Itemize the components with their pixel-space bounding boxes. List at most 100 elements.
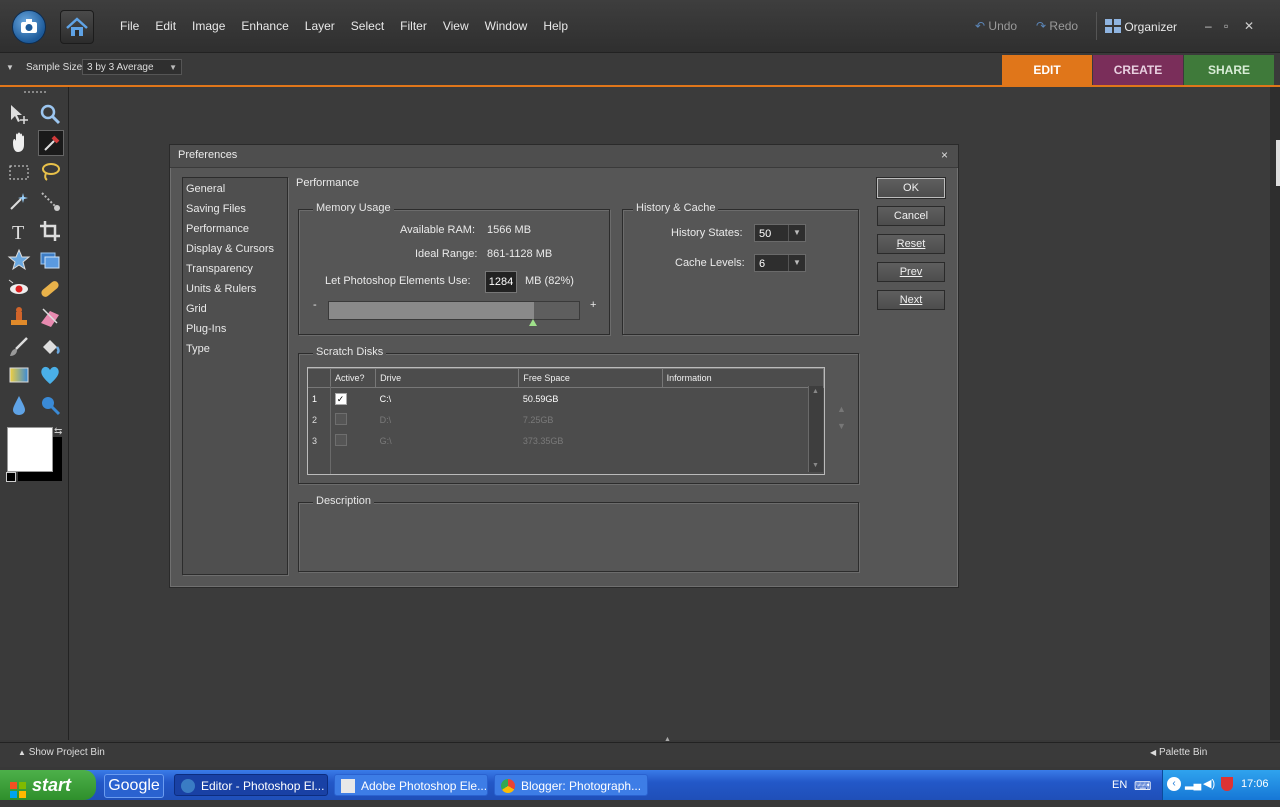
menu-image[interactable]: Image xyxy=(184,19,233,33)
chevron-down-icon: ▼ xyxy=(788,255,805,271)
menu-window[interactable]: Window xyxy=(477,19,536,33)
column-information[interactable]: Information xyxy=(661,368,825,388)
sponge-tool-icon[interactable] xyxy=(38,393,62,417)
category-grid[interactable]: Grid xyxy=(186,303,207,315)
eraser-tool-icon[interactable] xyxy=(38,305,62,329)
tab-edit[interactable]: EDIT xyxy=(1002,55,1092,85)
menu-layer[interactable]: Layer xyxy=(297,19,343,33)
scroll-up-icon[interactable]: ▲ xyxy=(812,388,819,395)
type-tool-icon[interactable]: T xyxy=(7,219,31,244)
category-plug-ins[interactable]: Plug-Ins xyxy=(186,323,226,335)
windows-logo-icon xyxy=(10,777,26,798)
home-icon[interactable] xyxy=(60,10,94,44)
clone-stamp-tool-icon[interactable] xyxy=(7,305,31,329)
paint-bucket-tool-icon[interactable] xyxy=(38,335,62,359)
gradient-tool-icon[interactable] xyxy=(7,363,31,387)
column-drive[interactable]: Drive xyxy=(375,368,520,388)
crop-tool-icon[interactable] xyxy=(38,219,62,243)
chevron-left-icon[interactable]: ‹ xyxy=(1167,777,1181,791)
memory-use-input[interactable]: 1284 xyxy=(485,271,517,293)
active-checkbox[interactable] xyxy=(331,430,376,451)
scroll-down-icon[interactable]: ▼ xyxy=(812,462,819,469)
tab-create[interactable]: CREATE xyxy=(1093,55,1183,85)
taskbar-item-editor[interactable]: Editor - Photoshop El... xyxy=(174,774,328,796)
category-transparency[interactable]: Transparency xyxy=(186,263,253,275)
menu-view[interactable]: View xyxy=(435,19,477,33)
menu-file[interactable]: File xyxy=(112,19,147,33)
history-states-dropdown[interactable]: 50 ▼ xyxy=(754,224,806,242)
hand-tool-icon[interactable] xyxy=(7,130,31,154)
swap-colors-icon[interactable]: ⇆ xyxy=(54,426,62,437)
dialog-close-icon[interactable]: × xyxy=(941,148,948,162)
clock[interactable]: 17:06 xyxy=(1241,778,1269,790)
memory-slider-thumb[interactable] xyxy=(529,319,537,326)
category-general[interactable]: General xyxy=(186,183,225,195)
reset-button[interactable]: Reset xyxy=(877,234,945,254)
next-button[interactable]: Next xyxy=(877,290,945,310)
tab-share[interactable]: SHARE xyxy=(1184,55,1274,85)
blur-tool-icon[interactable] xyxy=(7,393,31,417)
menu-select[interactable]: Select xyxy=(343,19,392,33)
magic-wand-tool-icon[interactable] xyxy=(7,189,31,213)
zoom-tool-icon[interactable] xyxy=(38,102,62,126)
network-icon[interactable]: ▂▄ xyxy=(1185,777,1201,790)
red-eye-tool-icon[interactable] xyxy=(7,277,31,301)
menu-enhance[interactable]: Enhance xyxy=(233,19,296,33)
minimize-icon[interactable]: – xyxy=(1205,19,1212,33)
maximize-icon[interactable]: ▫ xyxy=(1224,19,1228,33)
brush-tool-icon[interactable] xyxy=(7,335,31,359)
dialog-titlebar[interactable]: Preferences × xyxy=(170,145,958,168)
app-logo-icon[interactable] xyxy=(12,10,46,44)
cache-levels-dropdown[interactable]: 6 ▼ xyxy=(754,254,806,272)
table-row[interactable]: 2 D:\ 7.25GB xyxy=(308,409,824,430)
table-scrollbar[interactable]: ▲ ▼ xyxy=(808,386,823,472)
volume-icon[interactable]: ◀) xyxy=(1203,777,1215,790)
organizer-button[interactable]: Organizer xyxy=(1105,19,1177,34)
quick-selection-tool-icon[interactable] xyxy=(38,189,62,213)
language-indicator[interactable]: EN xyxy=(1112,779,1127,791)
foreground-color-swatch[interactable] xyxy=(7,427,53,472)
straighten-tool-icon[interactable] xyxy=(38,248,62,272)
taskbar-item-blogger[interactable]: Blogger: Photograph... xyxy=(494,774,648,796)
category-saving-files[interactable]: Saving Files xyxy=(186,203,246,215)
cookie-cutter-tool-icon[interactable] xyxy=(7,248,31,272)
google-toolbar-button[interactable]: Google xyxy=(104,774,164,798)
column-free-space[interactable]: Free Space xyxy=(518,368,663,388)
keyboard-icon[interactable]: ⌨ xyxy=(1134,779,1151,793)
redo-button[interactable]: ↷ Redo xyxy=(1036,19,1078,33)
move-tool-icon[interactable] xyxy=(7,102,31,126)
memory-slider[interactable] xyxy=(328,301,580,320)
ok-button[interactable]: OK xyxy=(876,177,946,199)
undo-button[interactable]: ↶ Undo xyxy=(975,19,1017,33)
menu-edit[interactable]: Edit xyxy=(147,19,184,33)
category-type[interactable]: Type xyxy=(186,343,210,355)
category-units-rulers[interactable]: Units & Rulers xyxy=(186,283,256,295)
move-down-icon[interactable]: ▼ xyxy=(837,421,846,431)
category-display-cursors[interactable]: Display & Cursors xyxy=(186,243,274,255)
move-up-icon[interactable]: ▲ xyxy=(837,404,846,414)
cancel-button[interactable]: Cancel xyxy=(877,206,945,226)
security-shield-icon[interactable] xyxy=(1221,777,1233,791)
start-button[interactable]: start xyxy=(0,770,96,800)
active-checkbox[interactable] xyxy=(331,409,376,430)
eyedropper-tool-icon[interactable] xyxy=(38,130,64,156)
default-colors-icon[interactable] xyxy=(6,472,16,482)
marquee-tool-icon[interactable] xyxy=(7,160,31,184)
taskbar-item-photoshop[interactable]: Adobe Photoshop Ele... xyxy=(334,774,488,796)
healing-brush-tool-icon[interactable] xyxy=(38,277,62,301)
shape-tool-icon[interactable] xyxy=(38,363,62,387)
active-checkbox[interactable]: ✓ xyxy=(331,388,376,410)
close-icon[interactable]: ✕ xyxy=(1244,19,1254,33)
show-project-bin-button[interactable]: ▲ Show Project Bin xyxy=(18,747,105,758)
sample-size-select[interactable]: 3 by 3 Average ▼ xyxy=(82,59,182,75)
menu-help[interactable]: Help xyxy=(535,19,576,33)
table-row[interactable]: 1 ✓ C:\ 50.59GB xyxy=(308,388,824,410)
category-performance[interactable]: Performance xyxy=(186,223,249,235)
column-active[interactable]: Active? xyxy=(330,368,377,388)
prev-button[interactable]: Prev xyxy=(877,262,945,282)
menu-filter[interactable]: Filter xyxy=(392,19,435,33)
tool-preset-arrow-icon[interactable]: ▼ xyxy=(6,63,14,72)
lasso-tool-icon[interactable] xyxy=(38,160,62,184)
palette-bin-button[interactable]: ◀ Palette Bin xyxy=(1150,747,1207,758)
table-row[interactable]: 3 G:\ 373.35GB xyxy=(308,430,824,451)
